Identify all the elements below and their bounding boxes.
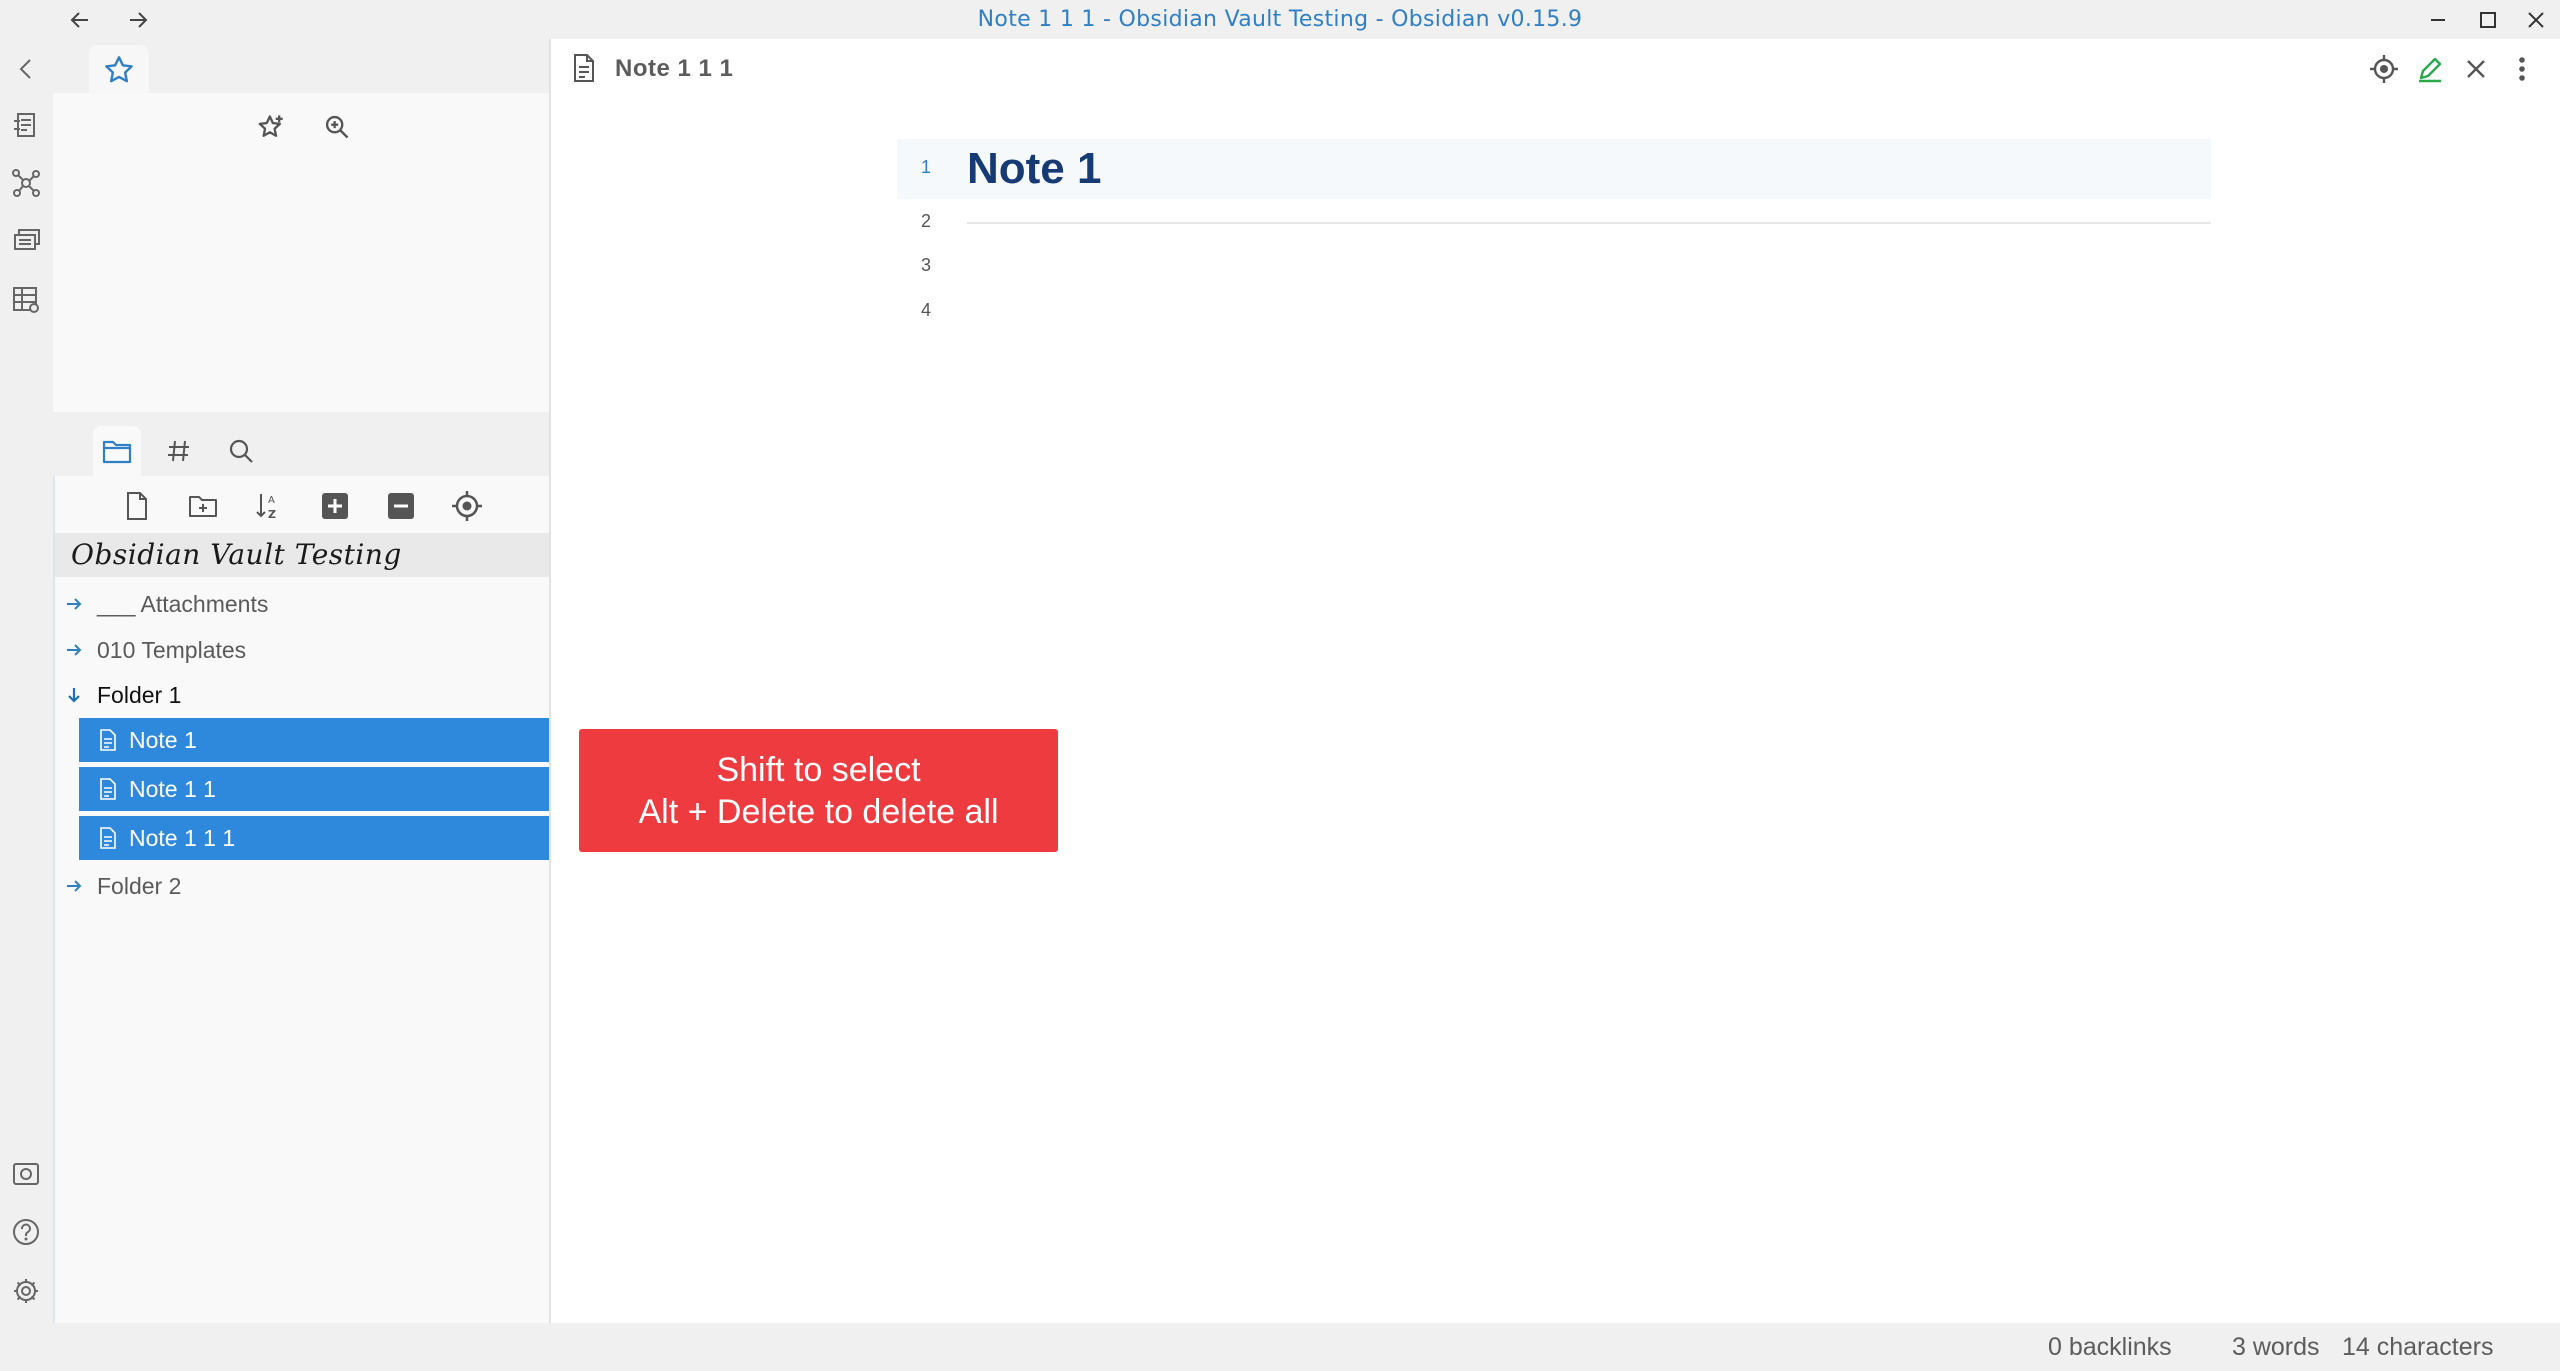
svg-text:A: A	[268, 495, 275, 506]
star-tab-icon[interactable]	[89, 45, 149, 95]
line-number: 1	[920, 157, 931, 177]
file-label: Note 1 1 1	[129, 824, 236, 851]
file-explorer-pane: AZ Obsidian Vault Testing ___ Attachment…	[53, 412, 549, 1323]
folder-2[interactable]: Folder 2	[55, 864, 549, 908]
file-label: Note 1	[129, 726, 197, 753]
arrow-right-icon	[55, 595, 89, 613]
svg-text:Z: Z	[268, 508, 276, 521]
collapse-sidebar-icon[interactable]	[7, 50, 45, 88]
edit-icon[interactable]	[2410, 49, 2450, 89]
folder-label: Folder 2	[97, 872, 182, 899]
line-number: 3	[920, 255, 931, 275]
editor-pane: Note 1 1 1 1 2 3 4 Note 1	[549, 39, 2560, 1323]
folder-templates[interactable]: 010 Templates	[55, 628, 549, 672]
explorer-tabstrip	[53, 412, 549, 476]
editor-content-area[interactable]	[2261, 139, 2541, 1319]
folder-label: 010 Templates	[97, 636, 247, 663]
note-heading[interactable]: Note 1	[967, 139, 1101, 199]
new-note-icon[interactable]	[115, 484, 159, 528]
line-number: 2	[920, 211, 931, 231]
folder-label: Folder 1	[97, 681, 182, 708]
slides-icon[interactable]	[7, 222, 45, 260]
heading-divider	[967, 222, 2211, 224]
more-options-icon[interactable]	[2502, 49, 2542, 89]
reveal-active-file-icon[interactable]	[445, 484, 489, 528]
folder-1[interactable]: Folder 1	[55, 673, 549, 717]
table-icon[interactable]	[7, 281, 45, 319]
expand-all-icon[interactable]	[313, 484, 357, 528]
help-icon[interactable]	[7, 1213, 45, 1251]
document-icon	[100, 778, 116, 800]
file-note-1-1-1[interactable]: Note 1 1 1	[79, 816, 549, 860]
sort-icon[interactable]: AZ	[247, 484, 291, 528]
graph-view-icon[interactable]	[7, 164, 45, 202]
folder-tab-icon[interactable]	[93, 426, 141, 476]
collapse-all-icon[interactable]	[379, 484, 423, 528]
zoom-icon[interactable]	[315, 105, 359, 149]
title-bar: Note 1 1 1 - Obsidian Vault Testing - Ob…	[0, 0, 2560, 39]
starred-panel	[53, 93, 549, 414]
document-icon	[100, 827, 116, 849]
document-icon	[571, 53, 597, 83]
file-note-1[interactable]: Note 1	[79, 718, 549, 762]
file-explorer-body: AZ Obsidian Vault Testing ___ Attachment…	[53, 476, 549, 1323]
hash-tab-icon[interactable]	[155, 426, 203, 476]
multi-select-hint: Shift to select Alt + Delete to delete a…	[579, 729, 1058, 852]
character-count: 14 characters	[2342, 1333, 2494, 1361]
starred-tabstrip	[53, 39, 549, 95]
window-title: Note 1 1 1 - Obsidian Vault Testing - Ob…	[977, 7, 1583, 32]
document-icon	[100, 729, 116, 751]
close-tab-icon[interactable]	[2456, 49, 2496, 89]
line-number: 4	[920, 300, 931, 320]
left-ribbon	[0, 39, 53, 1323]
locate-icon[interactable]	[2364, 49, 2404, 89]
folder-label: ___ Attachments	[97, 590, 269, 617]
status-bar: 0 backlinks 3 words 14 characters	[0, 1323, 2560, 1371]
quick-switcher-icon[interactable]	[7, 106, 45, 144]
hint-line-2: Alt + Delete to delete all	[638, 792, 999, 831]
search-tab-icon[interactable]	[217, 426, 265, 476]
star-add-icon[interactable]	[249, 105, 293, 149]
vault-name[interactable]: Obsidian Vault Testing	[55, 533, 549, 577]
settings-icon[interactable]	[7, 1272, 45, 1310]
file-label: Note 1 1	[129, 775, 216, 802]
starred-pane	[53, 39, 549, 414]
folder-attachments[interactable]: ___ Attachments	[55, 582, 549, 626]
arrow-right-icon	[55, 641, 89, 659]
arrow-down-icon	[55, 686, 89, 704]
editor-header: Note 1 1 1	[551, 39, 2560, 99]
minimize-icon[interactable]	[2410, 0, 2466, 39]
file-title[interactable]: Note 1 1 1	[615, 39, 733, 99]
word-count: 3 words	[2232, 1333, 2320, 1361]
arrow-right-icon	[55, 877, 89, 895]
new-folder-icon[interactable]	[181, 484, 225, 528]
vault-icon[interactable]	[7, 1155, 45, 1193]
file-note-1-1[interactable]: Note 1 1	[79, 767, 549, 811]
backlinks-count[interactable]: 0 backlinks	[2048, 1323, 2172, 1371]
close-window-icon[interactable]	[2508, 0, 2560, 39]
hint-line-1: Shift to select	[716, 750, 921, 789]
